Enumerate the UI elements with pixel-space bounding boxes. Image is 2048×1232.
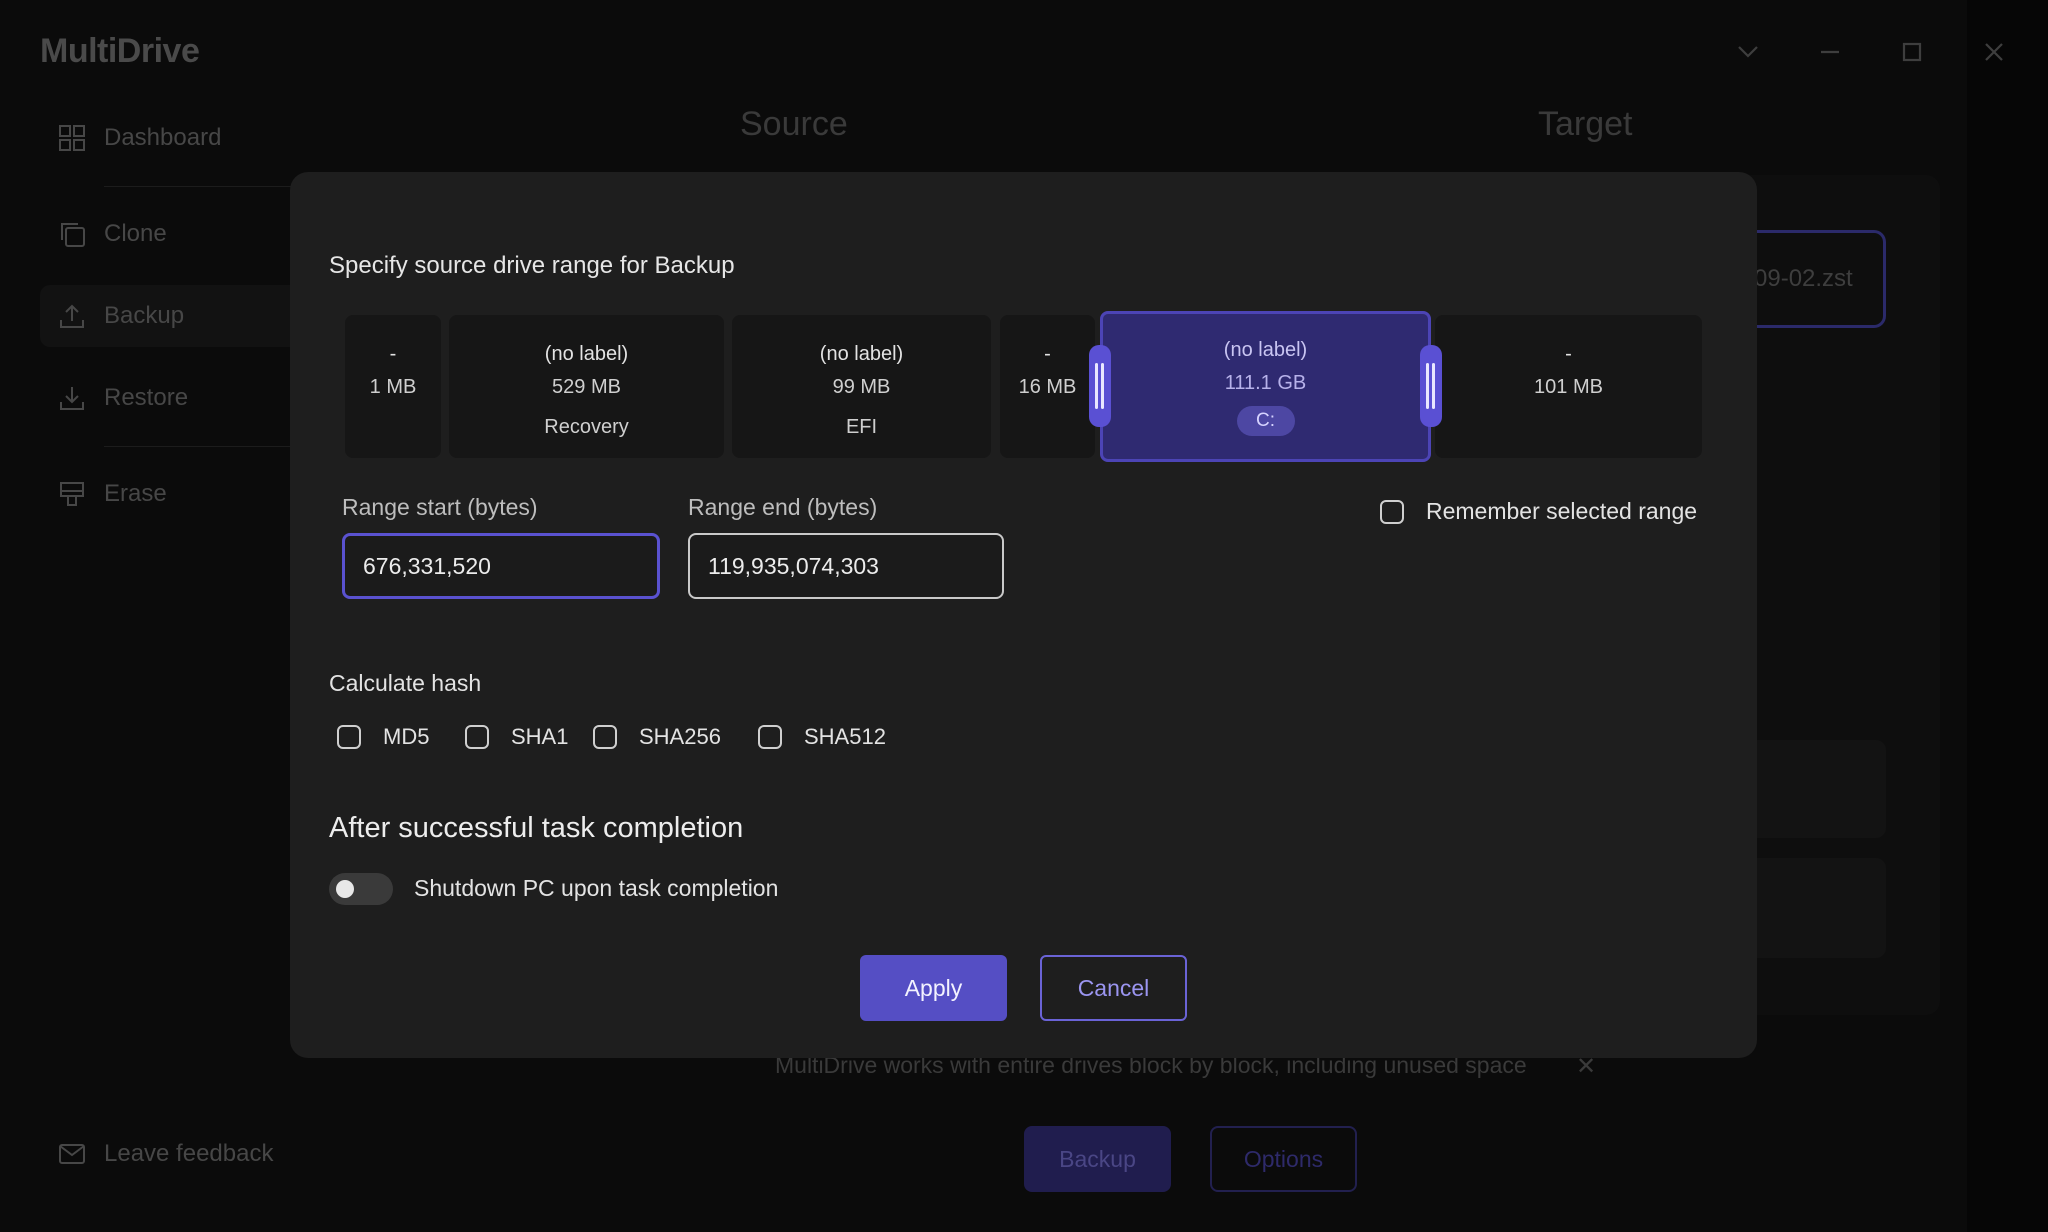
range-end-label: Range end (bytes)	[688, 494, 878, 520]
mail-icon	[59, 1144, 85, 1164]
hash-option-sha1[interactable]: SHA1	[465, 724, 568, 750]
target-block	[1740, 858, 1886, 958]
target-file-card[interactable]: 09-02.zst	[1740, 230, 1886, 328]
hash-option-label: SHA256	[639, 724, 721, 749]
sidebar-item-restore[interactable]: Restore	[40, 367, 290, 429]
partition-label: -	[389, 343, 397, 365]
range-start-handle[interactable]	[1089, 345, 1111, 427]
maximize-icon[interactable]	[1894, 34, 1930, 70]
partition-size: 16 MB	[1018, 376, 1077, 398]
remember-range-label: Remember selected range	[1426, 498, 1698, 524]
partition-label: -	[1044, 343, 1051, 365]
target-heading: Target	[1538, 105, 1633, 143]
leave-feedback-link[interactable]: Leave feedback	[58, 1140, 273, 1168]
sidebar-item-label: Clone	[104, 220, 167, 247]
hash-option-label: SHA1	[511, 724, 569, 749]
partition-block[interactable]: - 1 MB	[345, 315, 441, 458]
hash-option-md5[interactable]: MD5	[337, 724, 429, 750]
divider	[104, 446, 294, 447]
partition-label: (no label)	[1223, 339, 1308, 361]
sidebar-item-label: Dashboard	[104, 124, 222, 151]
sidebar-item-label: Backup	[104, 302, 185, 329]
shutdown-toggle[interactable]	[329, 873, 393, 905]
minimize-icon[interactable]	[1812, 34, 1848, 70]
partition-block[interactable]: (no label) 529 MB Recovery	[449, 315, 724, 458]
feedback-label: Leave feedback	[104, 1140, 274, 1167]
partition-size: 111.1 GB	[1224, 372, 1307, 394]
divider	[104, 186, 294, 187]
cancel-button[interactable]: Cancel	[1040, 955, 1187, 1021]
target-block	[1740, 740, 1886, 838]
eraser-icon	[60, 482, 84, 506]
hash-option-label: MD5	[383, 724, 430, 749]
partition-block-selected[interactable]: (no label) 111.1 GB C:	[1100, 311, 1431, 462]
sha1-checkbox[interactable]	[465, 725, 489, 749]
download-icon	[60, 387, 84, 410]
sha256-checkbox[interactable]	[593, 725, 617, 749]
hash-section-title: Calculate hash	[329, 670, 482, 696]
copy-icon	[61, 223, 85, 247]
sidebar-item-label: Erase	[104, 480, 167, 507]
sidebar-item-label: Restore	[104, 384, 189, 411]
upload-icon	[60, 304, 84, 328]
close-icon[interactable]	[1976, 34, 2012, 70]
range-start-field[interactable]	[342, 533, 660, 599]
hash-option-label: SHA512	[804, 724, 886, 749]
target-file-name: 09-02.zst	[1754, 265, 1853, 292]
backup-button[interactable]: Backup	[1024, 1126, 1171, 1192]
range-start-input[interactable]	[345, 536, 657, 596]
md5-checkbox[interactable]	[337, 725, 361, 749]
drive-letter-badge: C:	[1236, 406, 1295, 436]
options-button[interactable]: Options	[1210, 1126, 1357, 1192]
remember-range-checkbox[interactable]	[1380, 499, 1404, 524]
backup-range-dialog: Specify source drive range for Backup - …	[290, 172, 1757, 1058]
hash-option-sha256[interactable]: SHA256	[593, 724, 721, 750]
app-title: MultiDrive	[40, 32, 200, 70]
hash-option-sha512[interactable]: SHA512	[758, 724, 886, 750]
partition-name: EFI	[845, 416, 878, 438]
toggle-knob	[336, 880, 354, 898]
partition-size: 101 MB	[1534, 376, 1603, 398]
chevron-down-icon[interactable]	[1730, 34, 1766, 70]
source-heading: Source	[740, 105, 848, 143]
grid-icon	[59, 125, 85, 151]
partition-name: Recovery	[544, 416, 629, 438]
partition-size: 99 MB	[832, 376, 891, 398]
apply-button[interactable]: Apply	[860, 955, 1007, 1021]
sidebar-item-erase[interactable]: Erase	[40, 463, 290, 525]
partition-label: -	[1565, 343, 1572, 365]
range-end-field[interactable]	[688, 533, 1004, 599]
sidebar-item-backup[interactable]: Backup	[40, 285, 290, 347]
partition-block[interactable]: - 16 MB	[1000, 315, 1095, 458]
shutdown-label: Shutdown PC upon task completion	[414, 875, 779, 901]
sha512-checkbox[interactable]	[758, 725, 782, 749]
sidebar-item-dashboard[interactable]: Dashboard	[40, 107, 290, 169]
partition-label: (no label)	[544, 343, 629, 365]
range-end-handle[interactable]	[1420, 345, 1442, 427]
partition-block[interactable]: (no label) 99 MB EFI	[732, 315, 991, 458]
partition-block[interactable]: - 101 MB	[1435, 315, 1702, 458]
after-completion-title: After successful task completion	[329, 812, 744, 844]
partition-label: (no label)	[819, 343, 904, 365]
partition-size: 1 MB	[369, 376, 417, 398]
dialog-title: Specify source drive range for Backup	[329, 252, 735, 279]
range-start-label: Range start (bytes)	[342, 494, 538, 520]
range-end-input[interactable]	[690, 535, 1002, 597]
remember-range-option[interactable]: Remember selected range	[1380, 498, 1697, 525]
sidebar-item-clone[interactable]: Clone	[40, 203, 290, 265]
partition-size: 529 MB	[552, 376, 621, 398]
